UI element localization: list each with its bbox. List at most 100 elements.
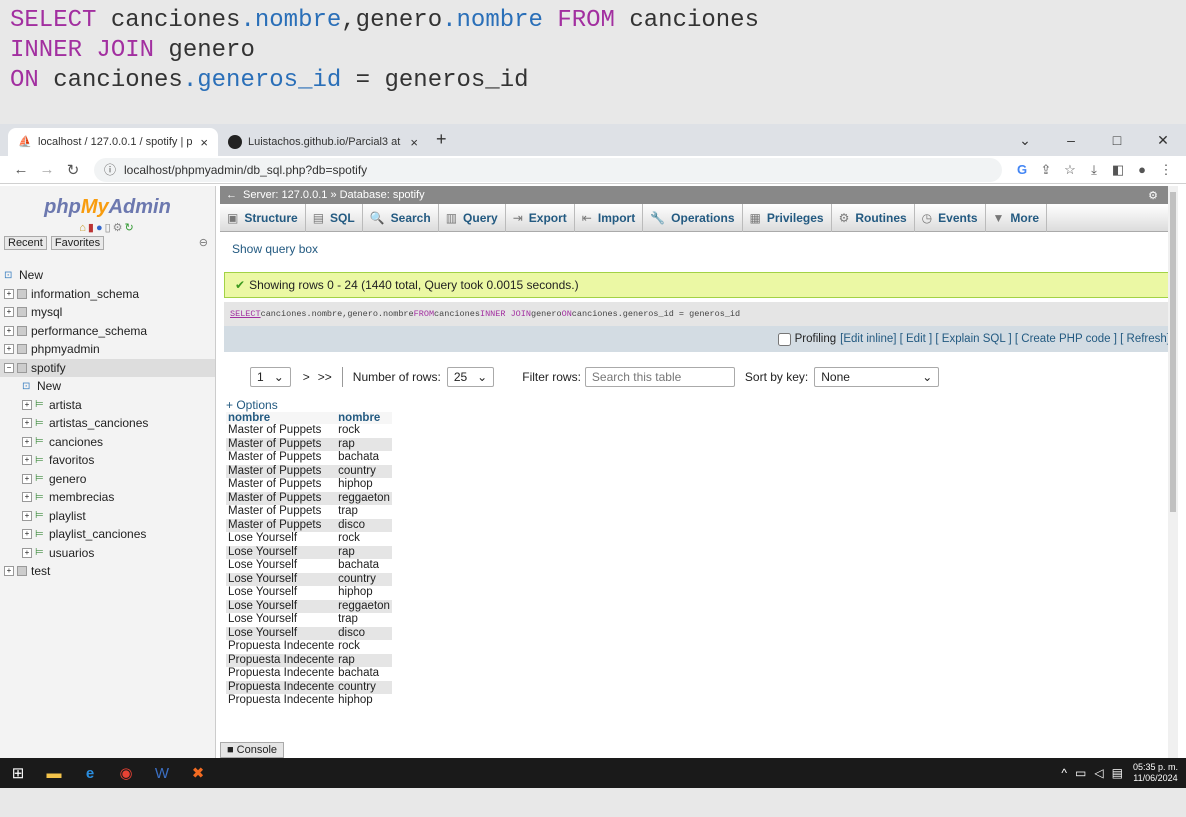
cell-genero[interactable]: rock <box>336 640 392 654</box>
cell-genero[interactable]: reggaeton <box>336 491 392 505</box>
info-icon[interactable]: ⓘ <box>104 161 116 178</box>
table-row[interactable]: Master of Puppets hiphop <box>226 478 392 492</box>
cell-genero[interactable]: rock <box>336 532 392 546</box>
close-tab-icon[interactable]: × <box>410 135 418 150</box>
rows-select[interactable]: 25 ⌄ <box>446 367 495 387</box>
tree-item-mysql[interactable]: + mysql <box>0 303 215 322</box>
expand-icon[interactable]: + <box>22 510 32 521</box>
docs-icon[interactable]: ▯ <box>105 222 113 234</box>
google-icon[interactable]: G <box>1010 162 1034 178</box>
cell-cancion[interactable]: Master of Puppets <box>226 451 337 465</box>
expand-icon[interactable]: + <box>4 566 14 577</box>
cell-genero[interactable]: country <box>336 680 392 694</box>
tab-events[interactable]: ◷ Events <box>915 203 986 232</box>
tree-item-usuarios[interactable]: + ⊨ usuarios <box>0 544 215 563</box>
cell-genero[interactable]: hiphop <box>336 586 392 600</box>
expand-icon[interactable]: + <box>4 307 14 318</box>
cell-genero[interactable]: country <box>336 572 392 586</box>
settings-gear-icon[interactable]: ⚙ <box>1148 189 1158 202</box>
cell-cancion[interactable]: Master of Puppets <box>226 518 337 532</box>
column-header-nombre[interactable]: nombre <box>226 412 337 424</box>
new-tab-button[interactable]: + <box>436 129 447 150</box>
expand-icon[interactable]: + <box>22 436 32 447</box>
phpmyadmin-logo[interactable]: phpMyAdmin <box>0 196 215 219</box>
collapse-icon[interactable]: ← <box>226 189 237 201</box>
tab-export[interactable]: ⇥ Export <box>506 203 575 232</box>
cell-cancion[interactable]: Lose Yourself <box>226 559 337 573</box>
cell-genero[interactable]: reggaeton <box>336 599 392 613</box>
menu-kebab-icon[interactable]: ⋮ <box>1154 162 1178 178</box>
cell-genero[interactable]: trap <box>336 613 392 627</box>
table-row[interactable]: Master of Puppets trap <box>226 505 392 519</box>
back-icon[interactable]: ← <box>8 161 34 178</box>
cell-genero[interactable]: rap <box>336 437 392 451</box>
expand-icon[interactable]: − <box>4 362 14 373</box>
table-row[interactable]: Lose Yourself country <box>226 572 392 586</box>
cell-cancion[interactable]: Lose Yourself <box>226 572 337 586</box>
browser-tab-phpmyadmin[interactable]: ⛵ localhost / 127.0.0.1 / spotify | p × <box>8 128 218 156</box>
cell-cancion[interactable]: Master of Puppets <box>226 478 337 492</box>
table-row[interactable]: Master of Puppets bachata <box>226 451 392 465</box>
table-row[interactable]: Propuesta Indecente country <box>226 680 392 694</box>
last-page-button[interactable]: >> <box>318 370 332 384</box>
chevron-up-icon[interactable]: ^ <box>1061 766 1067 780</box>
tree-item-new[interactable]: ⊡ New <box>0 266 215 285</box>
volume-muted-icon[interactable]: ◁ <box>1094 766 1103 780</box>
tree-item-spotify[interactable]: − spotify <box>0 358 215 377</box>
reload-nav-icon[interactable]: ↻ <box>125 222 136 234</box>
tree-item-new[interactable]: ⊡ New <box>0 377 215 396</box>
cell-cancion[interactable]: Lose Yourself <box>226 586 337 600</box>
minimize-button[interactable]: – <box>1048 132 1094 148</box>
filter-rows-input[interactable]: Search this table <box>584 367 735 387</box>
home-icon[interactable]: ⌂ <box>79 222 88 234</box>
close-window-button[interactable]: ✕ <box>1140 132 1186 149</box>
vertical-scrollbar[interactable] <box>1168 186 1178 758</box>
table-row[interactable]: Lose Yourself rock <box>226 532 392 546</box>
cell-genero[interactable]: bachata <box>336 667 392 681</box>
cell-cancion[interactable]: Master of Puppets <box>226 437 337 451</box>
cell-cancion[interactable]: Propuesta Indecente <box>226 640 337 654</box>
tab-more[interactable]: ▼ More <box>986 203 1048 232</box>
table-row[interactable]: Master of Puppets country <box>226 464 392 478</box>
cell-cancion[interactable]: Propuesta Indecente <box>226 653 337 667</box>
cell-cancion[interactable]: Lose Yourself <box>226 545 337 559</box>
tab-search-icon[interactable]: ⌄ <box>1002 132 1048 149</box>
query-action-links[interactable]: [Edit inline] [ Edit ] [ Explain SQL ] [… <box>840 333 1170 345</box>
network-icon[interactable]: ▭ <box>1075 766 1086 780</box>
cell-cancion[interactable]: Lose Yourself <box>226 599 337 613</box>
cell-genero[interactable]: rock <box>336 424 392 438</box>
share-icon[interactable]: ⇪ <box>1034 162 1058 178</box>
show-query-box-link[interactable]: Show query box <box>220 232 1178 266</box>
next-page-button[interactable]: > <box>303 370 310 384</box>
cell-genero[interactable]: bachata <box>336 451 392 465</box>
table-row[interactable]: Propuesta Indecente rock <box>226 640 392 654</box>
side-panel-icon[interactable]: ◧ <box>1106 162 1130 178</box>
expand-icon[interactable]: + <box>4 325 14 336</box>
tree-item-test[interactable]: + test <box>0 562 215 581</box>
file-explorer-icon[interactable]: ▬ <box>36 758 72 788</box>
recent-button[interactable]: Recent <box>4 236 47 250</box>
cell-cancion[interactable]: Propuesta Indecente <box>226 694 337 708</box>
table-row[interactable]: Master of Puppets disco <box>226 518 392 532</box>
cell-cancion[interactable]: Propuesta Indecente <box>226 667 337 681</box>
tab-privileges[interactable]: ▦ Privileges <box>743 203 832 232</box>
word-icon[interactable]: W <box>144 758 180 788</box>
table-row[interactable]: Master of Puppets rap <box>226 437 392 451</box>
tree-item-canciones[interactable]: + ⊨ canciones <box>0 433 215 452</box>
tree-item-membrecias[interactable]: + ⊨ membrecias <box>0 488 215 507</box>
tab-structure[interactable]: ▣ Structure <box>220 203 306 232</box>
url-field[interactable]: ⓘ localhost/phpmyadmin/db_sql.php?db=spo… <box>94 157 1002 182</box>
download-icon[interactable]: ⤓ <box>1082 162 1106 178</box>
bookmark-star-icon[interactable]: ☆ <box>1058 162 1082 178</box>
cell-genero[interactable]: disco <box>336 518 392 532</box>
table-row[interactable]: Lose Yourself reggaeton <box>226 599 392 613</box>
table-row[interactable]: Propuesta Indecente bachata <box>226 667 392 681</box>
tab-search[interactable]: 🔍 Search <box>363 203 439 232</box>
expand-icon[interactable]: + <box>22 399 32 410</box>
cell-cancion[interactable]: Lose Yourself <box>226 613 337 627</box>
cell-genero[interactable]: bachata <box>336 559 392 573</box>
expand-icon[interactable]: + <box>22 455 32 466</box>
tab-query[interactable]: ▥ Query <box>439 203 506 232</box>
link-chain-icon[interactable]: ⊖ <box>196 236 211 250</box>
expand-icon[interactable]: + <box>22 547 32 558</box>
